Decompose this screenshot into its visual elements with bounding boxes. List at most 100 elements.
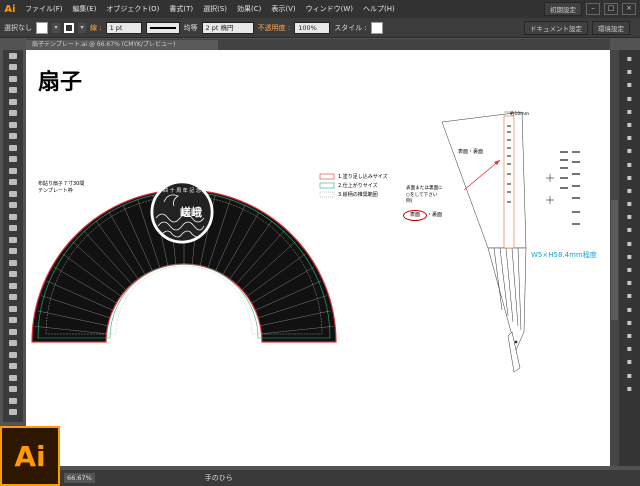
blend-tool-icon[interactable] [3,292,23,304]
document-tab[interactable]: 扇子テンプレート.ai @ 66.67% (CMYK/プレビュー) [26,40,218,50]
fill-swatch[interactable] [36,21,48,34]
rotate-tool-icon[interactable] [3,188,23,200]
opentype-panel-icon[interactable]: ▪ [624,278,636,287]
character-panel-icon[interactable]: ▪ [624,252,636,261]
screen-mode-tool-icon[interactable] [3,407,23,419]
sides-line-3: 例) [406,199,413,204]
artboard-canvas[interactable]: 扇子 布貼り扇子７寸30間 テンプレート枠 四 十 周 年 記 念 嵯峨 1.塗… [26,50,610,466]
layers-panel-icon[interactable]: ▪ [624,186,636,195]
illustrator-logo-icon: Ai [0,426,60,486]
stroke-panel-icon[interactable]: ▪ [624,120,636,129]
style-swatch[interactable] [370,21,383,34]
swatches-panel-icon[interactable]: ▪ [624,80,636,89]
opacity-label[interactable]: 不透明度 : [258,23,291,33]
document-setup-button[interactable]: ドキュメント設定 [524,20,588,35]
stroke-label[interactable]: 線 : [90,23,102,33]
minimize-button[interactable]: – [586,3,600,15]
scale-tool-icon[interactable] [3,200,23,212]
blob-brush-tool-icon[interactable] [3,165,23,177]
menu-object[interactable]: オブジェクト(O) [101,4,164,14]
info-panel-icon[interactable]: ▪ [624,331,636,340]
pencil-tool-icon[interactable] [3,154,23,166]
menu-file[interactable]: ファイル(F) [20,4,68,14]
symbol-sprayer-tool-icon[interactable] [3,303,23,315]
type-tool-icon[interactable] [3,108,23,120]
selection-tool-icon[interactable] [3,50,23,62]
pathfinder-panel-icon[interactable]: ▪ [624,239,636,248]
line-style-label[interactable]: 均等 [184,23,198,33]
control-bar: 選択なし ▾ ▾ 線 : 1 pt 均等 2 pt 楕円 不透明度 : 100%… [0,18,640,38]
preferences-button[interactable]: 環境設定 [592,20,630,35]
scroll-thumb[interactable] [611,200,618,320]
front-side-marker: 表面 [403,210,427,221]
pen-tool-icon[interactable] [3,96,23,108]
appearance-panel-icon[interactable]: ▪ [624,160,636,169]
color-panel-icon[interactable]: ▪ [624,54,636,63]
mesh-tool-icon[interactable] [3,257,23,269]
graphic-styles-panel-icon[interactable]: ▪ [624,173,636,182]
slice-tool-icon[interactable] [3,338,23,350]
cc-libraries-panel-icon[interactable]: ▪ [624,384,636,393]
magic-wand-tool-icon[interactable] [3,73,23,85]
close-button[interactable]: × [622,3,636,15]
links-panel-icon[interactable]: ▪ [624,291,636,300]
gradient-panel-icon[interactable]: ▪ [624,133,636,142]
attributes-panel-icon[interactable]: ▪ [624,344,636,353]
eyedropper-tool-icon[interactable] [3,280,23,292]
width-tool-icon[interactable] [3,211,23,223]
image-trace-panel-icon[interactable]: ▪ [624,371,636,380]
paragraph-panel-icon[interactable]: ▪ [624,265,636,274]
menu-effect[interactable]: 効果(C) [232,4,266,14]
brushes-panel-icon[interactable]: ▪ [624,94,636,103]
status-bar: 66.67% 手のひら [0,470,640,486]
paintbrush-tool-icon[interactable] [3,142,23,154]
opacity-field[interactable]: 100% [294,21,331,34]
free-transform-tool-icon[interactable] [3,223,23,235]
vertical-scrollbar[interactable] [610,50,619,466]
zoom-tool-icon[interactable] [3,361,23,373]
column-graph-tool-icon[interactable] [3,315,23,327]
emblem-name: 嵯峨 [180,205,202,219]
gradient-tool-icon[interactable] [3,269,23,281]
sides-line-1: 表面または裏面に [406,186,443,191]
fill-dropdown-icon[interactable]: ▾ [52,22,60,33]
stroke-weight-field[interactable]: 1 pt [105,21,142,34]
eraser-tool-icon[interactable] [3,177,23,189]
direct-selection-tool-icon[interactable] [3,62,23,74]
shape-builder-tool-icon[interactable] [3,234,23,246]
draw-mode-tool-icon[interactable] [3,395,23,407]
zoom-level[interactable]: 66.67% [64,473,95,483]
perspective-tool-icon[interactable] [3,246,23,258]
menu-select[interactable]: 選択(S) [198,4,232,14]
brush-field[interactable]: 2 pt 楕円 [201,21,254,34]
align-panel-icon[interactable]: ▪ [624,212,636,221]
document-info-panel-icon[interactable]: ▪ [624,357,636,366]
stroke-swatch[interactable] [64,22,74,33]
menu-help[interactable]: ヘルプ(H) [358,4,400,14]
color-guide-panel-icon[interactable]: ▪ [624,67,636,76]
symbols-panel-icon[interactable]: ▪ [624,107,636,116]
transparency-panel-icon[interactable]: ▪ [624,146,636,155]
swap-tool-icon[interactable] [3,384,23,396]
line-tool-icon[interactable] [3,119,23,131]
navigator-panel-icon[interactable]: ▪ [624,318,636,327]
transform-panel-icon[interactable]: ▪ [624,225,636,234]
menu-type[interactable]: 書式(T) [164,4,198,14]
document-tab-bar: 扇子テンプレート.ai @ 66.67% (CMYK/プレビュー) [26,39,610,50]
workspace-switcher[interactable]: 初期設定 [544,2,582,16]
line-profile-sample[interactable] [145,21,180,34]
legend-bleed: 1.塗り足し込みサイズ [338,174,388,180]
artboard-tool-icon[interactable] [3,326,23,338]
artboards-panel-icon[interactable]: ▪ [624,199,636,208]
menu-view[interactable]: 表示(V) [266,4,300,14]
rectangle-tool-icon[interactable] [3,131,23,143]
menu-edit[interactable]: 編集(E) [68,4,102,14]
maximize-button[interactable]: □ [604,3,618,15]
menu-window[interactable]: ウィンドウ(W) [301,4,358,14]
fill-stroke-tool-icon[interactable] [3,372,23,384]
hand-tool-icon[interactable] [3,349,23,361]
lasso-tool-icon[interactable] [3,85,23,97]
style-label: スタイル : [334,23,367,32]
actions-panel-icon[interactable]: ▪ [624,305,636,314]
stroke-dropdown-icon[interactable]: ▾ [78,22,86,33]
